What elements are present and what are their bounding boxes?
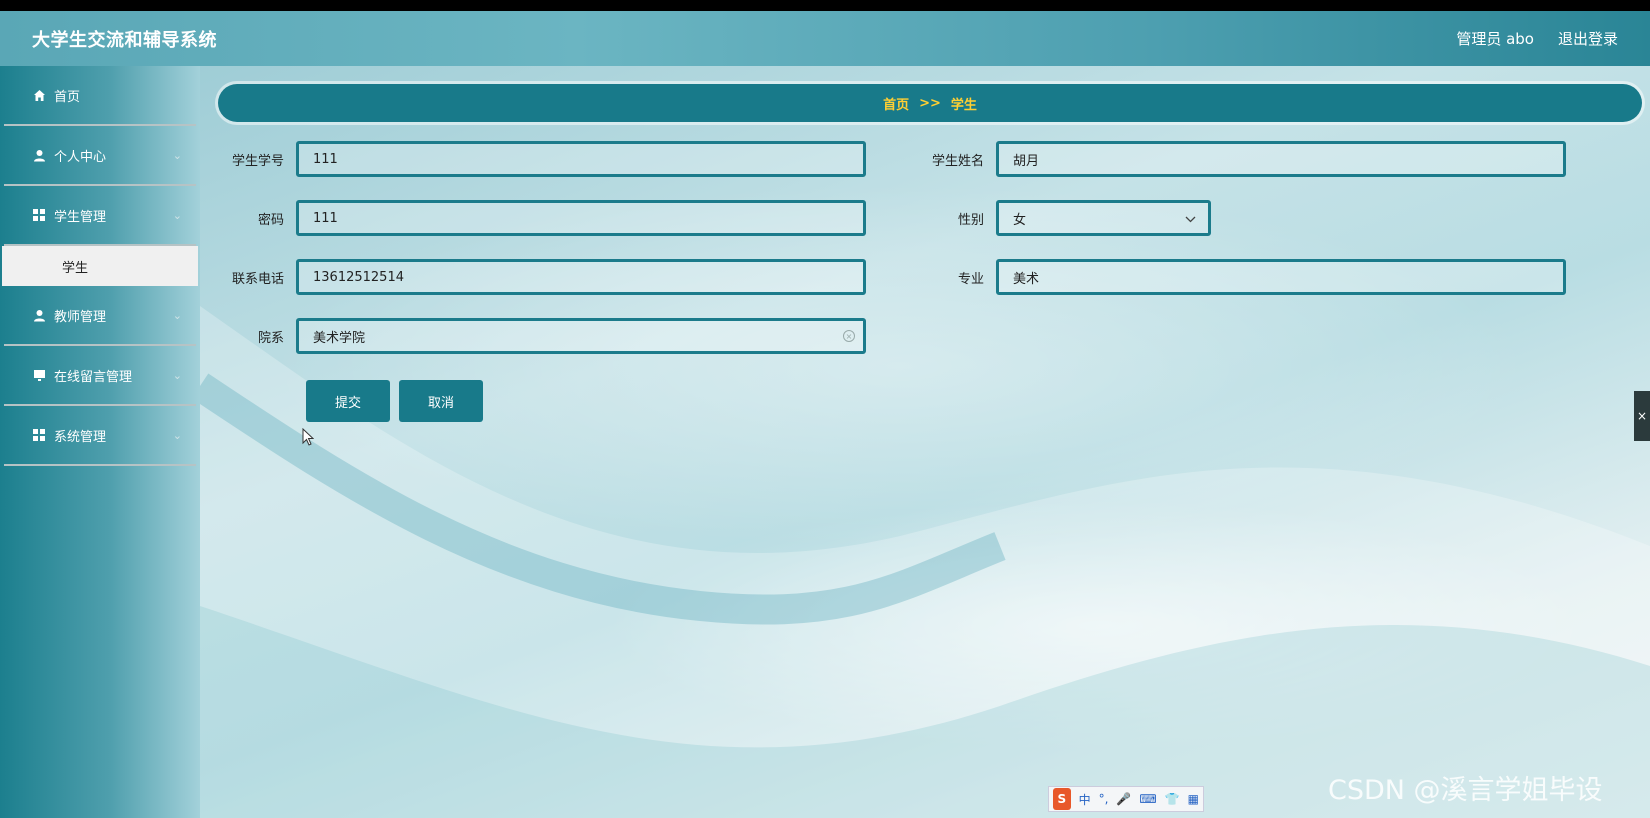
student-id-input[interactable]: 111 <box>296 141 866 177</box>
sidebar-item-student-management[interactable]: 学生管理 ⌄ <box>4 186 196 246</box>
student-name-row: 学生姓名 胡月 <box>906 141 1566 177</box>
background-wave <box>200 306 1650 818</box>
user-label: 管理员 abo <box>1456 30 1534 48</box>
breadcrumb-separator: >> <box>919 95 941 111</box>
keyboard-icon[interactable]: ⌨ <box>1139 792 1156 806</box>
ime-language[interactable]: 中 <box>1079 791 1091 808</box>
password-row: 密码 111 <box>206 200 866 236</box>
sidebar-item-teacher-management[interactable]: 教师管理 ⌄ <box>4 286 196 346</box>
submit-button[interactable]: 提交 <box>306 380 390 422</box>
chevron-down-icon: ⌄ <box>172 428 182 442</box>
chevron-down-icon: ⌄ <box>172 308 182 322</box>
sidebar: 首页 个人中心 ⌄ 学生管理 ⌄ 学生 教师管理 ⌄ 在线留言管理 ⌄ 系统管理… <box>0 66 200 818</box>
header-actions: 管理员 abo 退出登录 <box>1456 28 1618 49</box>
department-row: 院系 美术学院 × <box>206 318 866 354</box>
ime-toolbar: S 中 °, 🎤 ⌨ 👕 ▦ <box>1048 786 1204 812</box>
student-id-label: 学生学号 <box>231 153 284 169</box>
main-content: 首页 >> 学生 学生学号 111 学生姓名 胡月 密码 111 性别 女 联系… <box>200 66 1650 818</box>
major-row: 专业 美术 <box>906 259 1566 295</box>
phone-label: 联系电话 <box>231 271 284 287</box>
breadcrumb-current: 学生 <box>950 97 977 113</box>
gender-row: 性别 女 <box>906 200 1211 236</box>
student-id-row: 学生学号 111 <box>206 141 866 177</box>
logout-link[interactable]: 退出登录 <box>1558 28 1618 49</box>
side-panel-toggle[interactable]: × <box>1634 391 1650 441</box>
gender-select-value: 女 <box>1013 212 1027 228</box>
phone-row: 联系电话 13612512514 <box>206 259 866 295</box>
sidebar-subitem-student[interactable]: 学生 <box>2 246 198 286</box>
monitor-icon <box>32 368 46 382</box>
app-header: 大学生交流和辅导系统 管理员 abo 退出登录 <box>0 11 1650 66</box>
chevron-down-icon: ⌄ <box>172 148 182 162</box>
breadcrumb: 首页 >> 学生 <box>218 84 1642 122</box>
password-input[interactable]: 111 <box>296 200 866 236</box>
chevron-down-icon: ⌄ <box>172 368 182 382</box>
student-name-label: 学生姓名 <box>931 153 984 169</box>
sidebar-item-label: 系统管理 <box>54 429 107 445</box>
close-icon: × <box>1636 409 1648 423</box>
grid-icon <box>32 428 46 442</box>
department-select-value: 美术学院 <box>313 330 366 346</box>
breadcrumb-home[interactable]: 首页 <box>883 94 909 113</box>
cancel-button[interactable]: 取消 <box>399 380 483 422</box>
gender-select[interactable]: 女 <box>996 200 1211 236</box>
punctuation-icon[interactable]: °, <box>1099 792 1109 806</box>
student-name-input[interactable]: 胡月 <box>996 141 1566 177</box>
grid-icon <box>32 208 46 222</box>
sidebar-item-label: 学生管理 <box>54 209 107 225</box>
password-label: 密码 <box>257 212 284 228</box>
user-icon <box>32 308 46 322</box>
user-icon <box>32 148 46 162</box>
sidebar-item-message-management[interactable]: 在线留言管理 ⌄ <box>4 346 196 406</box>
department-select[interactable]: 美术学院 × <box>296 318 866 354</box>
sidebar-item-label: 首页 <box>54 89 81 105</box>
home-icon <box>32 88 46 102</box>
sidebar-item-home[interactable]: 首页 <box>4 66 196 126</box>
phone-input[interactable]: 13612512514 <box>296 259 866 295</box>
sidebar-item-label: 教师管理 <box>54 309 107 325</box>
major-label: 专业 <box>957 271 984 287</box>
sidebar-item-system-management[interactable]: 系统管理 ⌄ <box>4 406 196 466</box>
gender-label: 性别 <box>957 212 984 228</box>
skin-icon[interactable]: 👕 <box>1165 792 1180 806</box>
apps-grid-icon[interactable]: ▦ <box>1188 792 1199 806</box>
microphone-icon[interactable]: 🎤 <box>1116 792 1131 806</box>
mouse-cursor-icon <box>302 427 315 450</box>
top-strip <box>0 0 1650 11</box>
sidebar-item-profile[interactable]: 个人中心 ⌄ <box>4 126 196 186</box>
watermark: CSDN @溪言学姐毕设 <box>1328 775 1603 806</box>
sogou-logo-icon: S <box>1053 788 1071 810</box>
clear-icon[interactable]: × <box>843 330 855 342</box>
department-label: 院系 <box>257 330 284 346</box>
chevron-down-icon <box>1185 213 1196 226</box>
chevron-down-icon: ⌄ <box>172 208 182 222</box>
sidebar-item-label: 个人中心 <box>54 149 107 165</box>
app-title: 大学生交流和辅导系统 <box>32 29 217 51</box>
major-input[interactable]: 美术 <box>996 259 1566 295</box>
sidebar-item-label: 在线留言管理 <box>54 369 133 385</box>
